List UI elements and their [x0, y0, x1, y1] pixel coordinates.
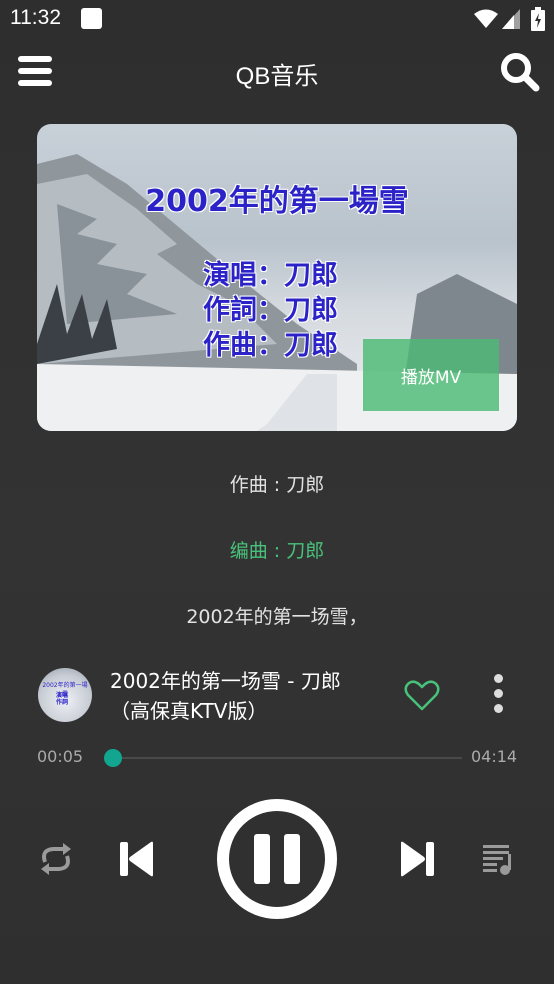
- app-title: QB音乐: [235, 63, 319, 90]
- play-mv-button[interactable]: 播放MV: [363, 339, 499, 411]
- track-thumbnail[interactable]: 2002年的第一場雪 演唱 作詞: [38, 668, 92, 722]
- thumb-credits: 演唱 作詞: [56, 692, 69, 706]
- seek-bar[interactable]: [106, 757, 462, 759]
- status-time: 11:32: [10, 6, 61, 29]
- skip-previous-icon[interactable]: [117, 840, 155, 878]
- seek-handle[interactable]: [104, 749, 123, 767]
- track-title: 2002年的第一场雪 - 刀郎（高保真KTV版）: [110, 669, 341, 723]
- album-cover[interactable]: 2002年的第一場雪 演唱：刀郎 作詞：刀郎 作曲：刀郎 播放MV: [37, 124, 517, 431]
- pause-icon[interactable]: [216, 798, 338, 920]
- playlist-icon[interactable]: [480, 842, 516, 876]
- notification-icon: [81, 8, 102, 29]
- battery-icon: [531, 7, 545, 31]
- lyric-line-current: 编曲 : 刀郎: [229, 540, 325, 562]
- search-icon[interactable]: [500, 52, 540, 92]
- lyric-line: 2002年的第一场雪，: [186, 606, 368, 628]
- lyric-line: 作曲 : 刀郎: [229, 474, 325, 496]
- skip-next-icon[interactable]: [399, 840, 437, 878]
- more-options-icon[interactable]: [488, 674, 508, 718]
- cover-credits: 演唱：刀郎 作詞：刀郎 作曲：刀郎: [203, 258, 338, 363]
- current-time: 00:05: [37, 747, 84, 766]
- heart-icon[interactable]: [404, 680, 440, 712]
- cover-title: 2002年的第一場雪: [145, 184, 409, 219]
- wifi-icon: [474, 9, 498, 28]
- cover-singer: 演唱：刀郎: [203, 260, 338, 291]
- repeat-icon[interactable]: [37, 840, 75, 878]
- app-bar: QB音乐: [0, 38, 554, 106]
- status-bar: 11:32: [0, 0, 554, 38]
- signal-icon: [502, 9, 520, 29]
- cover-composer: 作曲：刀郎: [203, 330, 338, 361]
- cover-lyricist: 作詞：刀郎: [203, 295, 338, 326]
- total-time: 04:14: [471, 747, 518, 766]
- now-playing-row: 2002年的第一場雪 演唱 作詞 2002年的第一场雪 - 刀郎（高保真KTV版…: [0, 660, 554, 730]
